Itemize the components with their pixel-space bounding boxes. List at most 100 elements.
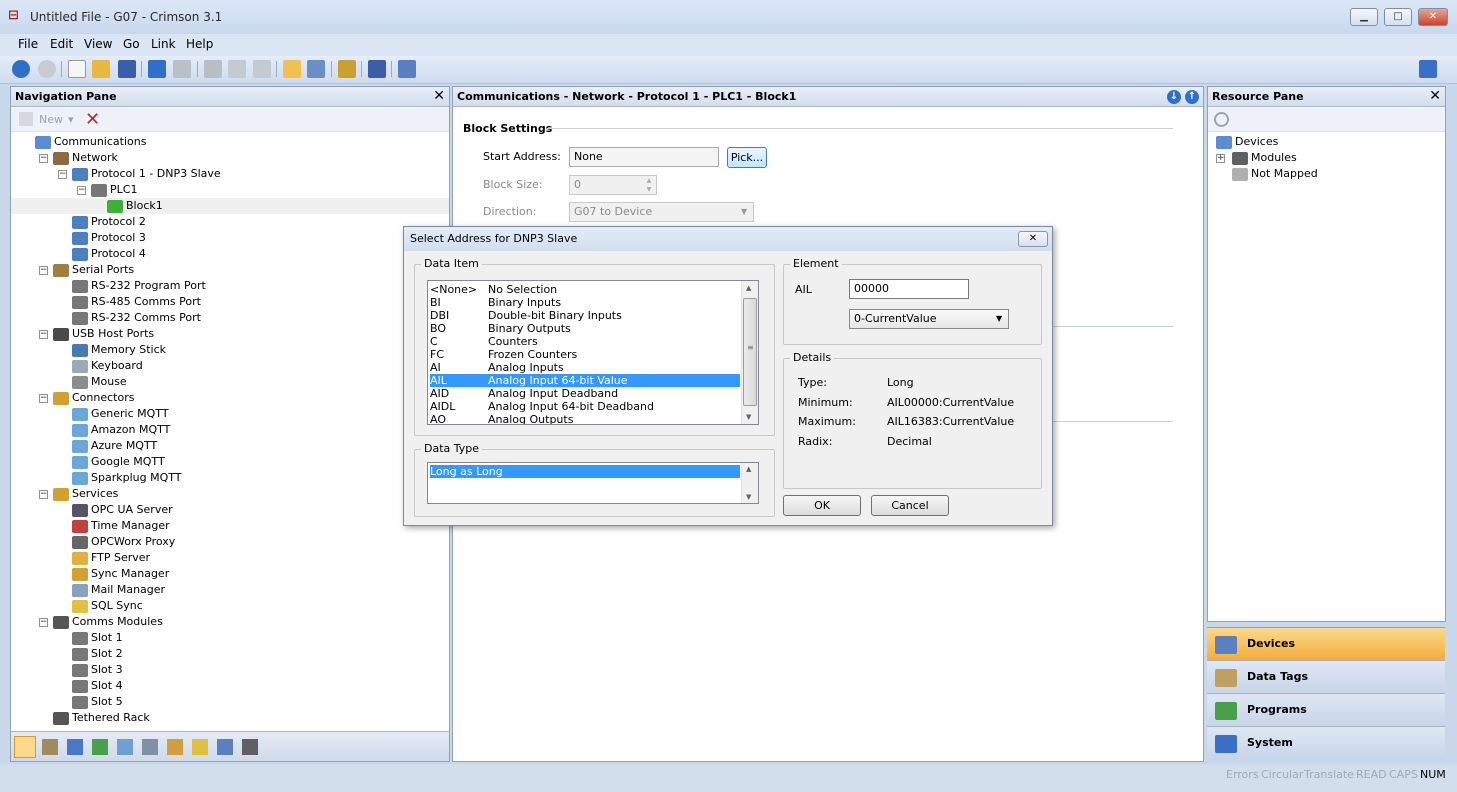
tree-item[interactable]: Sync Manager: [72, 566, 169, 582]
tree-item[interactable]: Amazon MQTT: [72, 422, 170, 438]
block-size-spinner-icon[interactable]: ▲ ▼: [642, 176, 656, 194]
expand-icon[interactable]: +: [1216, 154, 1225, 163]
delete-icon[interactable]: ✕: [85, 109, 100, 130]
data-item-row[interactable]: BO Binary Outputs: [430, 322, 740, 335]
tree-item[interactable]: Keyboard: [72, 358, 143, 374]
data-item-row[interactable]: FC Frozen Counters: [430, 348, 740, 361]
resource-tree-item[interactable]: Devices: [1216, 134, 1278, 150]
tree-item[interactable]: Slot 1: [72, 630, 123, 646]
copy-icon[interactable]: [228, 60, 246, 78]
element-input[interactable]: 00000: [849, 279, 969, 299]
tree-item[interactable]: Network: [53, 150, 118, 166]
data-type-row[interactable]: Long as Long: [430, 465, 740, 478]
security-category-icon[interactable]: [167, 739, 183, 755]
tree-item[interactable]: Communications: [35, 134, 146, 150]
scroll-down-icon[interactable]: ▼: [746, 413, 751, 421]
data-item-row[interactable]: BI Binary Inputs: [430, 296, 740, 309]
data-item-row[interactable]: AI Analog Inputs: [430, 361, 740, 374]
tree-item[interactable]: Tethered Rack: [53, 710, 150, 726]
scrollbar-thumb[interactable]: [743, 298, 757, 406]
resource-category-data-tags[interactable]: Data Tags: [1207, 660, 1445, 693]
data-item-row[interactable]: C Counters: [430, 335, 740, 348]
close-icon[interactable]: ✕: [433, 89, 445, 103]
menu-help[interactable]: Help: [186, 37, 213, 51]
tree-item[interactable]: Memory Stick: [72, 342, 166, 358]
tree-item[interactable]: Block1: [11, 198, 449, 214]
scroll-up-icon[interactable]: ▲: [746, 465, 751, 473]
expand-collapse-icon[interactable]: −: [39, 394, 48, 403]
redo-icon[interactable]: [173, 60, 191, 78]
close-icon[interactable]: ✕: [1429, 89, 1441, 103]
open-folder-icon[interactable]: [92, 60, 110, 78]
tree-item[interactable]: Slot 4: [72, 678, 123, 694]
resource-category-programs[interactable]: Programs: [1207, 693, 1445, 726]
expand-collapse-icon[interactable]: −: [77, 186, 86, 195]
forward-icon[interactable]: [38, 60, 56, 78]
tree-item[interactable]: Time Manager: [72, 518, 170, 534]
maximize-button[interactable]: □: [1384, 8, 1412, 26]
data-item-row[interactable]: <None> No Selection: [430, 283, 740, 296]
control-category-icon[interactable]: [217, 739, 233, 755]
paste-icon[interactable]: [253, 60, 271, 78]
start-address-field[interactable]: None: [569, 147, 719, 167]
expand-collapse-icon[interactable]: −: [39, 490, 48, 499]
tree-item[interactable]: Azure MQTT: [72, 438, 157, 454]
menu-link[interactable]: Link: [151, 37, 176, 51]
expand-collapse-icon[interactable]: −: [39, 266, 48, 275]
direction-select[interactable]: G07 to Device: [569, 202, 754, 222]
tree-item[interactable]: PLC1: [91, 182, 137, 198]
modules-category-icon[interactable]: [242, 739, 258, 755]
menu-go[interactable]: Go: [123, 37, 140, 51]
arrow-up-icon[interactable]: ↑: [1185, 90, 1199, 104]
sql-category-icon[interactable]: [192, 739, 208, 755]
tree-item[interactable]: Mail Manager: [72, 582, 165, 598]
tree-item[interactable]: Slot 5: [72, 694, 123, 710]
tree-item[interactable]: Slot 3: [72, 662, 123, 678]
tree-item[interactable]: Slot 2: [72, 646, 123, 662]
resource-category-devices[interactable]: Devices: [1207, 627, 1445, 660]
save-icon[interactable]: [118, 60, 136, 78]
data-tags-category-icon[interactable]: [42, 739, 58, 755]
tree-item[interactable]: Protocol 2: [72, 214, 146, 230]
menu-file[interactable]: File: [18, 37, 38, 51]
scroll-up-icon[interactable]: ▲: [746, 284, 751, 292]
dialog-close-button[interactable]: ✕: [1018, 231, 1048, 247]
cut-icon[interactable]: [204, 60, 222, 78]
link-icon[interactable]: [338, 60, 356, 78]
tree-item[interactable]: RS-485 Comms Port: [72, 294, 201, 310]
new-button[interactable]: New: [39, 113, 63, 126]
tree-item[interactable]: USB Host Ports: [53, 326, 154, 342]
tree-item[interactable]: Protocol 4: [72, 246, 146, 262]
data-item-row[interactable]: AIL Analog Input 64-bit Value: [430, 374, 740, 387]
expand-collapse-icon[interactable]: −: [58, 170, 67, 179]
arrow-down-icon[interactable]: ↓: [1167, 90, 1181, 104]
pick-button[interactable]: Pick...: [727, 147, 767, 168]
close-button[interactable]: ✕: [1418, 8, 1448, 26]
menu-edit[interactable]: Edit: [50, 37, 73, 51]
resource-tree-item[interactable]: Modules: [1232, 150, 1297, 166]
tree-item[interactable]: Comms Modules: [53, 614, 163, 630]
tree-item[interactable]: Sparkplug MQTT: [72, 470, 181, 486]
undo-icon[interactable]: [148, 60, 166, 78]
element-select[interactable]: 0-CurrentValue: [849, 309, 1009, 329]
tree-item[interactable]: Protocol 1 - DNP3 Slave: [72, 166, 221, 182]
expand-collapse-icon[interactable]: −: [39, 618, 48, 627]
tree-item[interactable]: Protocol 3: [72, 230, 146, 246]
cancel-button[interactable]: Cancel: [871, 495, 949, 516]
menu-view[interactable]: View: [84, 37, 112, 51]
find-all-icon[interactable]: [283, 60, 301, 78]
back-icon[interactable]: [12, 60, 30, 78]
resource-tree-item[interactable]: Not Mapped: [1232, 166, 1318, 182]
expand-collapse-icon[interactable]: −: [39, 330, 48, 339]
help-icon[interactable]: [1419, 60, 1437, 78]
tree-item[interactable]: Mouse: [72, 374, 127, 390]
data-item-row[interactable]: AO Analog Outputs: [430, 413, 740, 424]
ok-button[interactable]: OK: [783, 495, 861, 516]
tree-item[interactable]: OPC UA Server: [72, 502, 173, 518]
data-type-list[interactable]: Long as Long ▲ ▼: [427, 462, 759, 504]
web-server-category-icon[interactable]: [117, 739, 133, 755]
tree-item[interactable]: RS-232 Comms Port: [72, 310, 201, 326]
tree-item[interactable]: OPCWorx Proxy: [72, 534, 175, 550]
data-item-list[interactable]: <None> No Selection BI Binary Inputs DBI Doub…: [427, 280, 759, 425]
data-item-row[interactable]: AID Analog Input Deadband: [430, 387, 740, 400]
